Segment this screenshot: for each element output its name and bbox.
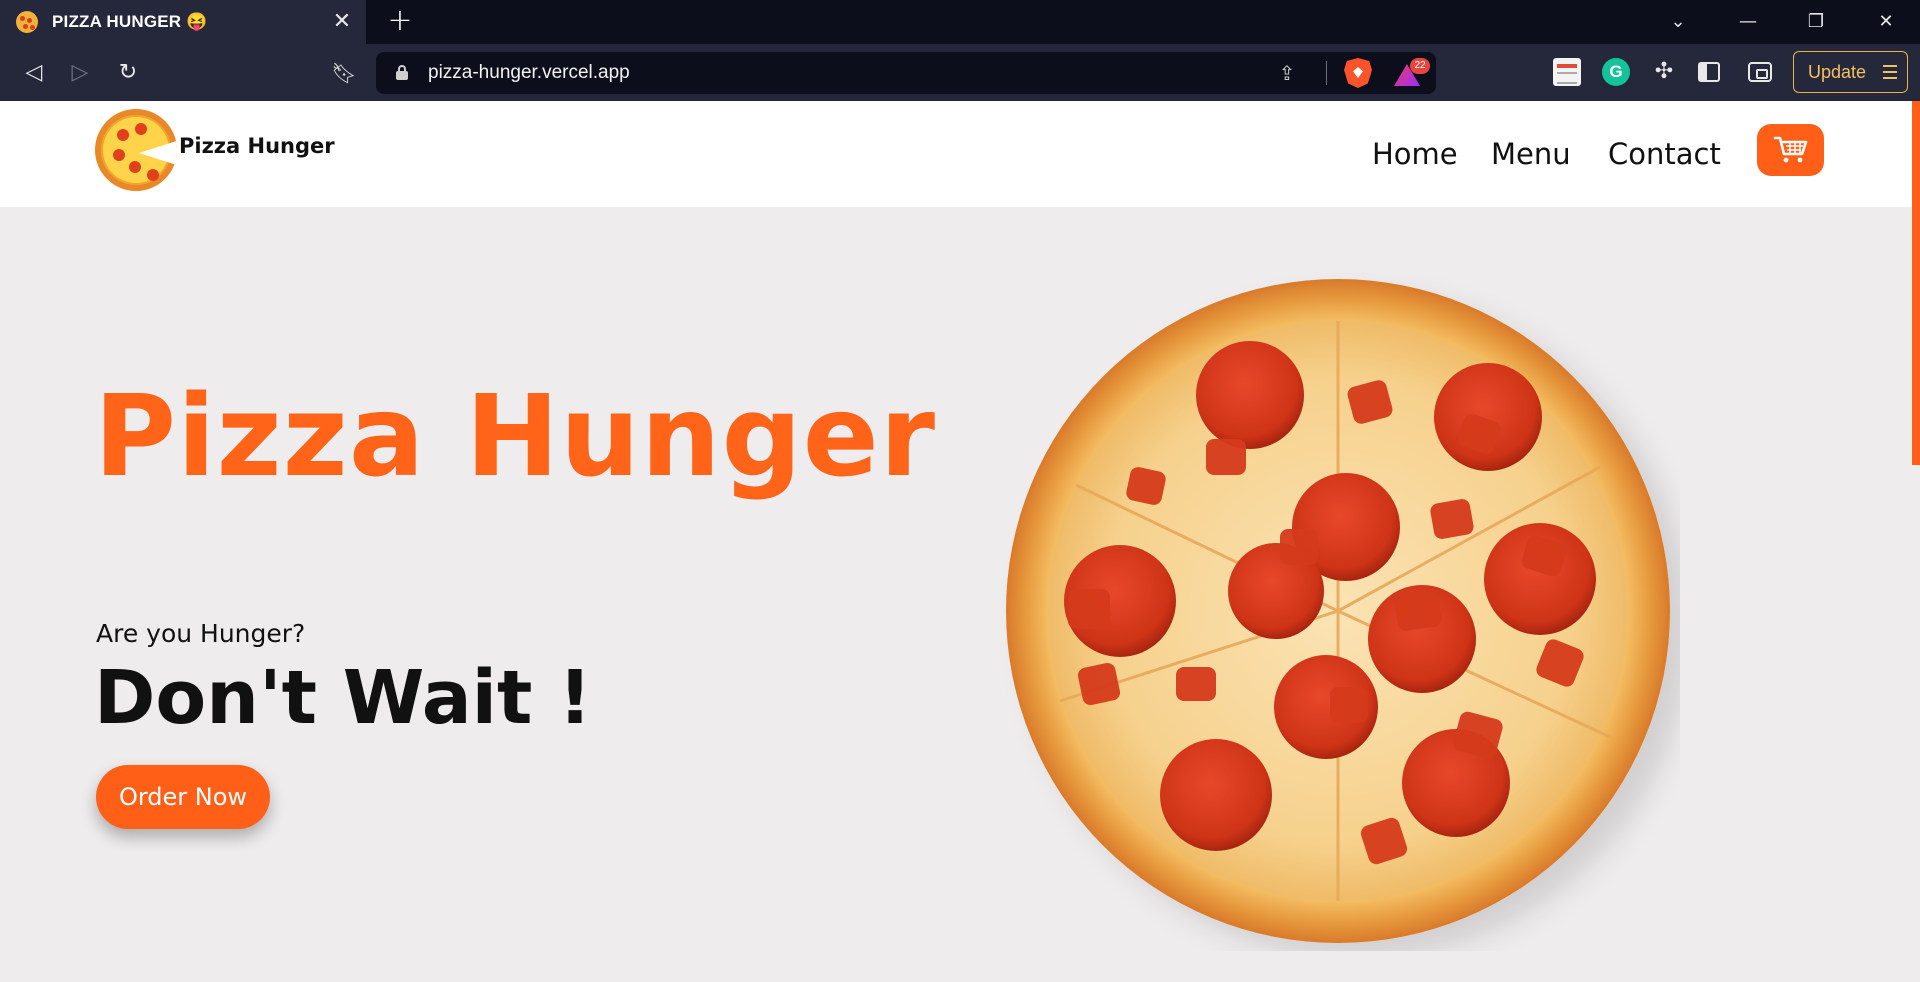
update-button[interactable]: Update (1793, 51, 1908, 93)
restore-window-button[interactable]: ❐ (1782, 0, 1850, 44)
cart-button[interactable] (1757, 124, 1824, 176)
brave-rewards-icon[interactable]: 22 (1394, 58, 1430, 88)
browser-tab-strip: PIZZA HUNGER 😝 ✕ + ⌄ — ❐ ✕ (0, 0, 1920, 44)
pizza-logo-icon[interactable] (95, 109, 177, 191)
web-page: Pizza Hunger Home Menu Contact Pizza Hun… (0, 101, 1920, 982)
pizza-favicon-icon (16, 11, 38, 33)
news-extension-icon[interactable] (1553, 58, 1581, 86)
tab-title: PIZZA HUNGER 😝 (52, 12, 208, 31)
browser-tab[interactable]: PIZZA HUNGER 😝 ✕ (0, 0, 366, 44)
back-button[interactable]: ◁ (18, 57, 50, 89)
extensions-puzzle-icon[interactable]: ✣ (1650, 58, 1678, 86)
tab-search-chevron-icon[interactable]: ⌄ (1644, 0, 1712, 44)
browser-toolbar: ◁ ▷ ↻ 🔖︎ pizza-hunger.vercel.app ⇪ 22 G … (0, 44, 1920, 101)
new-tab-button[interactable]: + (384, 6, 416, 38)
lock-icon[interactable] (396, 65, 408, 80)
minimize-window-button[interactable]: — (1714, 0, 1782, 44)
url-text[interactable]: pizza-hunger.vercel.app (428, 52, 630, 94)
address-bar[interactable]: pizza-hunger.vercel.app ⇪ 22 (376, 52, 1436, 94)
hero-slogan: Don't Wait ! (94, 655, 592, 741)
share-icon[interactable]: ⇪ (1274, 60, 1300, 86)
grammarly-extension-icon[interactable]: G (1602, 58, 1630, 86)
reload-button[interactable]: ↻ (112, 57, 144, 89)
bookmark-icon[interactable]: 🔖︎ (328, 57, 360, 89)
nav-link-contact[interactable]: Contact (1608, 137, 1721, 171)
brand-name[interactable]: Pizza Hunger (179, 134, 335, 158)
site-navbar: Pizza Hunger Home Menu Contact (0, 101, 1912, 207)
update-label: Update (1808, 62, 1867, 82)
forward-button[interactable]: ▷ (64, 57, 96, 89)
brave-shields-icon[interactable] (1344, 58, 1372, 88)
close-window-button[interactable]: ✕ (1852, 0, 1920, 44)
pepperoni-pizza-image (1000, 271, 1680, 951)
hero-title: Pizza Hunger (94, 372, 936, 502)
rewards-badge: 22 (1410, 58, 1430, 74)
page-scrollbar[interactable] (1912, 101, 1920, 982)
cart-icon (1773, 136, 1808, 163)
order-now-button[interactable]: Order Now (96, 765, 270, 829)
scrollbar-thumb[interactable] (1912, 101, 1920, 465)
close-tab-icon[interactable]: ✕ (328, 8, 356, 36)
sidebar-toggle-icon[interactable] (1698, 62, 1720, 82)
menu-icon[interactable] (1883, 65, 1897, 79)
omnibox-divider (1326, 61, 1327, 85)
nav-link-home[interactable]: Home (1372, 137, 1458, 171)
hero-question: Are you Hunger? (96, 619, 306, 648)
wallet-icon[interactable] (1748, 62, 1772, 82)
nav-link-menu[interactable]: Menu (1491, 137, 1571, 171)
